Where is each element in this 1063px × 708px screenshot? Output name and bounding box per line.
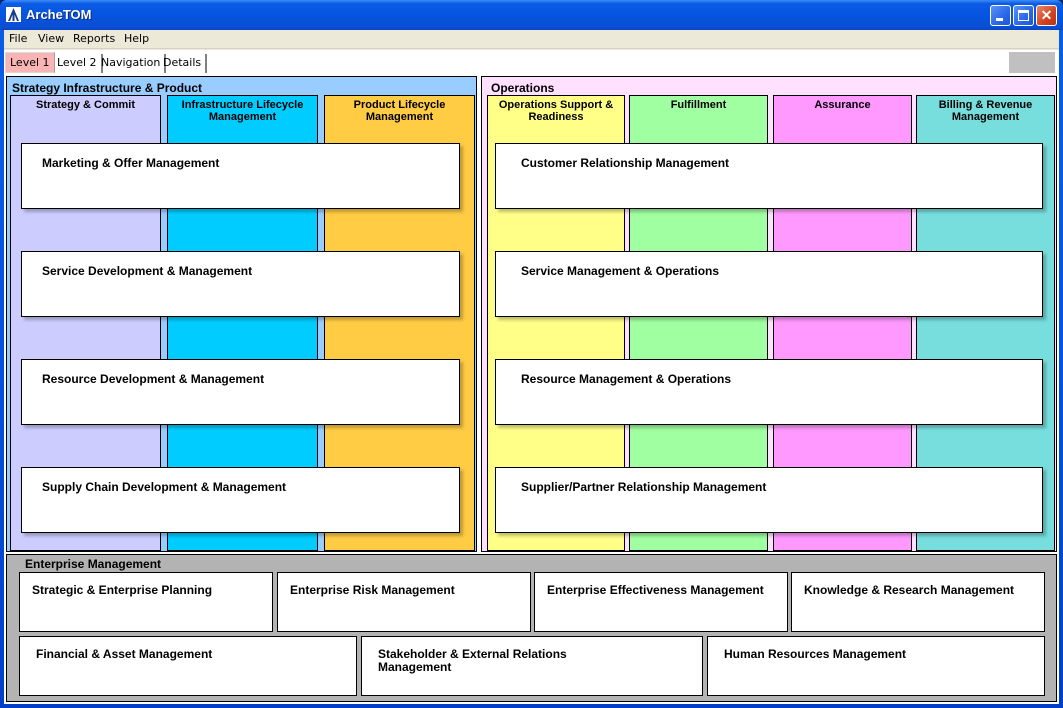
app-window: ArcheTOM ✕ File View Reports Help Level … bbox=[0, 0, 1063, 708]
domain-title: Operations bbox=[491, 81, 555, 95]
process-label: Enterprise Risk Management bbox=[290, 583, 455, 597]
vertical-label: Operations Support & Readiness bbox=[498, 99, 614, 123]
menu-reports[interactable]: Reports bbox=[73, 32, 115, 45]
tab-level-1[interactable]: Level 1 bbox=[5, 52, 55, 73]
domain-operations: Operations Operations Support & Readines… bbox=[481, 76, 1057, 552]
vertical-label: Product Lifecycle Management bbox=[353, 99, 446, 123]
domain-enterprise-management: Enterprise Management Strategic & Enterp… bbox=[6, 554, 1057, 702]
window-title: ArcheTOM bbox=[26, 7, 92, 22]
process-marketing-offer-management[interactable]: Marketing & Offer Management bbox=[21, 143, 460, 209]
process-strategic-enterprise-planning[interactable]: Strategic & Enterprise Planning bbox=[19, 572, 273, 632]
process-label: Strategic & Enterprise Planning bbox=[32, 583, 213, 597]
process-resource-development-management[interactable]: Resource Development & Management bbox=[21, 359, 460, 425]
domain-strategy-infrastructure-product: Strategy Infrastructure & Product Strate… bbox=[6, 76, 477, 552]
process-enterprise-effectiveness-management[interactable]: Enterprise Effectiveness Management bbox=[534, 572, 788, 632]
process-label: Enterprise Effectiveness Management bbox=[547, 583, 764, 597]
level-1-map: Strategy Infrastructure & Product Strate… bbox=[4, 76, 1059, 704]
process-financial-asset-management[interactable]: Financial & Asset Management bbox=[19, 636, 357, 696]
client-area: File View Reports Help Level 1 Level 2 N… bbox=[4, 30, 1059, 704]
process-service-development-management[interactable]: Service Development & Management bbox=[21, 251, 460, 317]
process-label: Supplier/Partner Relationship Management bbox=[521, 480, 767, 494]
menu-file[interactable]: File bbox=[9, 32, 27, 45]
process-service-management-operations[interactable]: Service Management & Operations bbox=[495, 251, 1043, 317]
process-label: Customer Relationship Management bbox=[521, 156, 730, 170]
tab-bar: Level 1 Level 2 Navigation Details bbox=[4, 50, 1059, 76]
vertical-label: Billing & Revenue Management bbox=[938, 99, 1033, 123]
process-label: Knowledge & Research Management bbox=[804, 583, 1015, 597]
process-label: Service Management & Operations bbox=[521, 264, 720, 278]
app-logo-icon bbox=[6, 7, 21, 22]
maximize-button[interactable] bbox=[1013, 5, 1034, 26]
maximize-icon bbox=[1018, 10, 1029, 21]
domain-title: Strategy Infrastructure & Product bbox=[12, 81, 203, 95]
minimize-icon bbox=[996, 18, 1003, 21]
process-label: Service Development & Management bbox=[42, 264, 253, 278]
process-enterprise-risk-management[interactable]: Enterprise Risk Management bbox=[277, 572, 531, 632]
close-icon: ✕ bbox=[1040, 7, 1053, 23]
tab-level-2[interactable]: Level 2 bbox=[53, 54, 103, 73]
process-supplier-partner-relationship-management[interactable]: Supplier/Partner Relationship Management bbox=[495, 467, 1043, 533]
process-label: Human Resources Management bbox=[724, 647, 907, 661]
close-button[interactable]: ✕ bbox=[1036, 5, 1057, 26]
process-supply-chain-development-management[interactable]: Supply Chain Development & Management bbox=[21, 467, 460, 533]
process-label: Marketing & Offer Management bbox=[42, 156, 220, 170]
vertical-label: Infrastructure Lifecycle Management bbox=[181, 99, 304, 123]
process-label: Stakeholder & External Relations Managem… bbox=[378, 647, 567, 674]
title-bar[interactable]: ArcheTOM ✕ bbox=[0, 0, 1063, 30]
menu-view[interactable]: View bbox=[38, 32, 64, 45]
tab-bar-filler bbox=[1009, 52, 1055, 73]
process-resource-management-operations[interactable]: Resource Management & Operations bbox=[495, 359, 1043, 425]
process-label: Resource Development & Management bbox=[42, 372, 265, 386]
menu-help[interactable]: Help bbox=[124, 32, 149, 45]
menu-bar: File View Reports Help bbox=[4, 30, 1059, 49]
vertical-label: Fulfillment bbox=[670, 99, 727, 111]
process-label: Resource Management & Operations bbox=[521, 372, 732, 386]
process-knowledge-research-management[interactable]: Knowledge & Research Management bbox=[791, 572, 1045, 632]
process-stakeholder-external-relations-management[interactable]: Stakeholder & External Relations Managem… bbox=[361, 636, 703, 696]
process-customer-relationship-management[interactable]: Customer Relationship Management bbox=[495, 143, 1043, 209]
minimize-button[interactable] bbox=[990, 5, 1011, 26]
vertical-label: Assurance bbox=[814, 99, 871, 111]
vertical-label: Strategy & Commit bbox=[35, 99, 136, 111]
process-label: Financial & Asset Management bbox=[36, 647, 213, 661]
tab-details[interactable]: Details bbox=[159, 54, 208, 73]
tab-navigation[interactable]: Navigation bbox=[97, 54, 167, 73]
domain-title: Enterprise Management bbox=[25, 557, 162, 571]
process-human-resources-management[interactable]: Human Resources Management bbox=[707, 636, 1045, 696]
process-label: Supply Chain Development & Management bbox=[42, 480, 287, 494]
